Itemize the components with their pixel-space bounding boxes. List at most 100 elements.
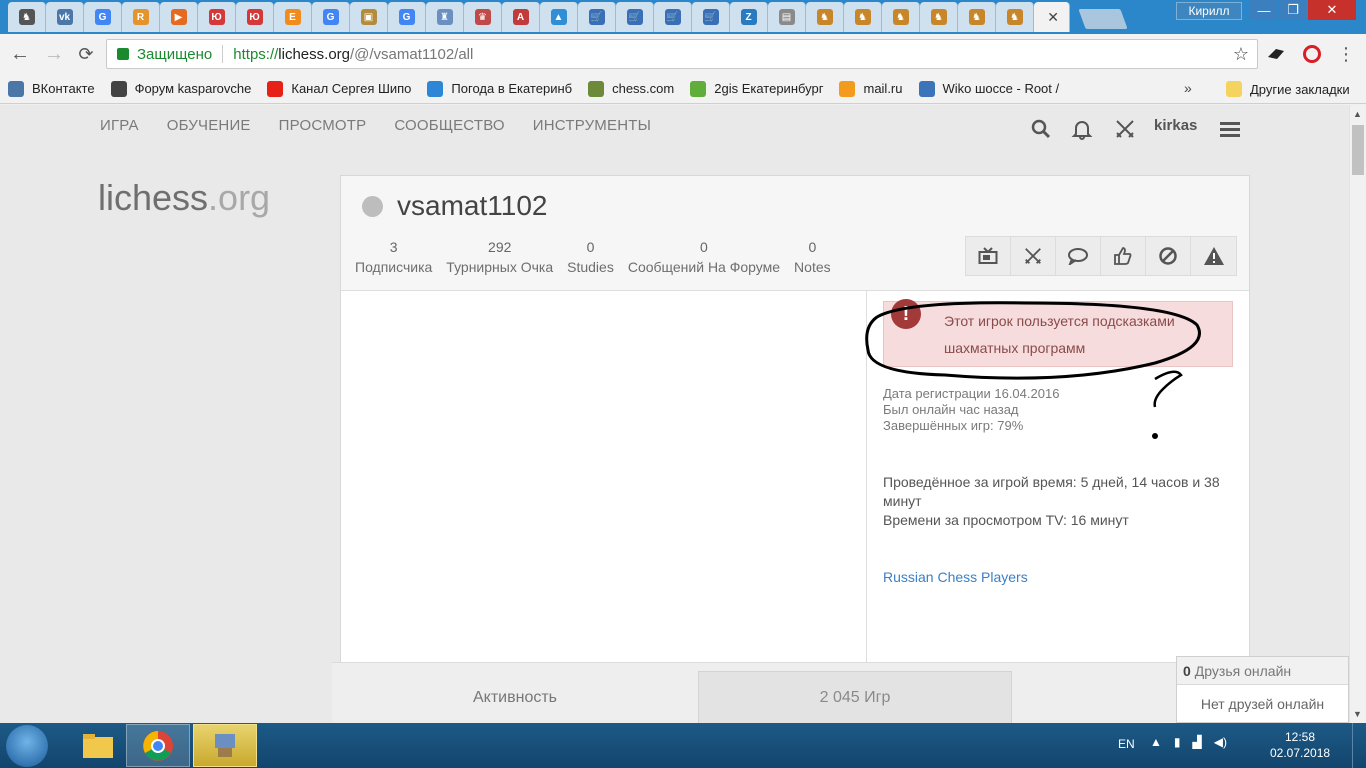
- browser-tab[interactable]: ♞: [920, 2, 958, 32]
- notifications-bell-icon[interactable]: [1068, 115, 1096, 143]
- profile-user-button[interactable]: Кирилл: [1176, 2, 1242, 20]
- close-window-button[interactable]: ✕: [1308, 0, 1356, 20]
- extension-icon[interactable]: [1266, 43, 1286, 65]
- opera-icon[interactable]: [1302, 43, 1322, 65]
- friends-header[interactable]: 0 Друзья онлайн: [1177, 657, 1348, 685]
- team-link[interactable]: Russian Chess Players: [883, 569, 1028, 585]
- challenge-button[interactable]: [1011, 237, 1056, 275]
- new-tab-button[interactable]: [1078, 9, 1128, 29]
- back-button[interactable]: ←: [8, 42, 32, 66]
- browser-tab[interactable]: ♛: [464, 2, 502, 32]
- browser-tab[interactable]: ♞: [958, 2, 996, 32]
- browser-tab[interactable]: ♜: [426, 2, 464, 32]
- profile-stat[interactable]: 0 Studies: [567, 238, 614, 278]
- hamburger-menu-icon[interactable]: [1216, 115, 1244, 143]
- profile-actions: [965, 236, 1237, 276]
- forward-button[interactable]: →: [42, 42, 66, 66]
- system-clock[interactable]: 12:58 02.07.2018: [1270, 729, 1330, 761]
- other-bookmarks-folder[interactable]: Другие закладки: [1218, 74, 1358, 104]
- browser-tab[interactable]: G: [84, 2, 122, 32]
- installer-task[interactable]: [193, 724, 257, 767]
- bookmark-item[interactable]: mail.ru: [831, 74, 910, 104]
- scroll-down-arrow-icon[interactable]: ▼: [1353, 709, 1362, 719]
- start-button[interactable]: [6, 725, 48, 767]
- follow-thumbs-up-button[interactable]: [1101, 237, 1146, 275]
- browser-tab[interactable]: ♞: [806, 2, 844, 32]
- browser-tab[interactable]: ▶: [160, 2, 198, 32]
- browser-tab[interactable]: ♞: [844, 2, 882, 32]
- scroll-up-arrow-icon[interactable]: ▲: [1353, 109, 1362, 119]
- message-button[interactable]: [1056, 237, 1101, 275]
- browser-tab[interactable]: 🛒: [616, 2, 654, 32]
- tray-expand-icon[interactable]: ▲: [1150, 735, 1162, 749]
- logo-tld: .org: [208, 177, 271, 218]
- profile-stat[interactable]: 0 Сообщений На Форуме: [628, 238, 780, 278]
- bookmark-star-icon[interactable]: ☆: [1233, 44, 1249, 65]
- bookmark-item[interactable]: 2gis Екатеринбург: [682, 74, 831, 104]
- profile-stat[interactable]: 3 Подписчика: [355, 238, 432, 278]
- browser-tab[interactable]: R: [122, 2, 160, 32]
- site-nav-item[interactable]: ОБУЧЕНИЕ: [167, 117, 251, 134]
- network-signal-icon[interactable]: ▟: [1193, 735, 1202, 749]
- site-logo[interactable]: lichess.org: [98, 177, 270, 219]
- browser-tab[interactable]: 🛒: [578, 2, 616, 32]
- chrome-task[interactable]: [126, 724, 190, 767]
- browser-tab[interactable]: Z: [730, 2, 768, 32]
- browser-tab[interactable]: Ю: [236, 2, 274, 32]
- browser-tab[interactable]: G: [312, 2, 350, 32]
- tab-games[interactable]: 2 045 Игр: [698, 671, 1012, 723]
- browser-tab[interactable]: ♞: [996, 2, 1034, 32]
- maximize-button[interactable]: ❐: [1279, 0, 1307, 20]
- watch-tv-button[interactable]: [966, 237, 1011, 275]
- site-nav-item[interactable]: СООБЩЕСТВО: [394, 117, 504, 134]
- browser-tab[interactable]: 🛒: [692, 2, 730, 32]
- cart-icon: 🛒: [588, 9, 605, 25]
- site-nav-item[interactable]: ИНСТРУМЕНТЫ: [533, 117, 651, 134]
- bookmark-item[interactable]: Погода в Екатеринб: [419, 74, 580, 104]
- browser-tab[interactable]: ♞: [8, 2, 46, 32]
- battery-icon[interactable]: ▮: [1174, 735, 1181, 749]
- site-nav-item[interactable]: ИГРА: [100, 117, 139, 134]
- browser-tab[interactable]: G: [388, 2, 426, 32]
- profile-stat[interactable]: 0 Notes: [794, 238, 831, 278]
- reload-button[interactable]: ⟳: [74, 42, 98, 66]
- browser-tab[interactable]: vk: [46, 2, 84, 32]
- minimize-button[interactable]: —: [1250, 0, 1278, 20]
- report-warning-button[interactable]: [1191, 237, 1236, 275]
- browser-tab[interactable]: ▣: [350, 2, 388, 32]
- browser-tab[interactable]: Ю: [198, 2, 236, 32]
- browser-tab[interactable]: ♞: [882, 2, 920, 32]
- challenge-swords-icon[interactable]: [1111, 115, 1139, 143]
- friends-box[interactable]: 0 Друзья онлайн Нет друзей онлайн: [1176, 656, 1349, 723]
- browser-tab[interactable]: 🛒: [654, 2, 692, 32]
- language-indicator[interactable]: EN: [1118, 737, 1135, 751]
- bookmark-item[interactable]: Форум kasparovche: [103, 74, 260, 104]
- tab-activity[interactable]: Активность: [332, 671, 698, 723]
- bookmarks-more-button[interactable]: »: [1184, 80, 1192, 96]
- bookmark-item[interactable]: Канал Сергея Шипо: [259, 74, 419, 104]
- active-tab[interactable]: ✕: [1034, 2, 1070, 32]
- bookmark-item[interactable]: Wiko шоссе - Root /: [911, 74, 1068, 104]
- profile-stat[interactable]: 292 Турнирных Очка: [446, 238, 553, 278]
- close-tab-icon[interactable]: ✕: [1047, 9, 1059, 26]
- user-menu-button[interactable]: kirkas: [1154, 117, 1197, 134]
- menu-kebab-icon[interactable]: ⋮: [1336, 43, 1356, 65]
- explorer-task[interactable]: [66, 724, 130, 767]
- other-bookmarks-label: Другие закладки: [1250, 81, 1350, 97]
- volume-icon[interactable]: ◀): [1214, 735, 1227, 749]
- video-icon: ▶: [170, 9, 187, 25]
- bookmark-item[interactable]: ВКонтакте: [0, 74, 103, 104]
- browser-tab[interactable]: E: [274, 2, 312, 32]
- site-nav-item[interactable]: ПРОСМОТР: [279, 117, 367, 134]
- search-icon[interactable]: [1027, 115, 1055, 143]
- block-button[interactable]: [1146, 237, 1191, 275]
- address-bar[interactable]: Защищено https://lichess.org/@/vsamat110…: [106, 39, 1258, 69]
- scroll-thumb[interactable]: [1352, 125, 1364, 175]
- browser-tab[interactable]: ▲: [540, 2, 578, 32]
- offline-status-dot: [362, 196, 383, 217]
- bookmark-item[interactable]: chess.com: [580, 74, 682, 104]
- browser-tab[interactable]: ▤: [768, 2, 806, 32]
- page-scrollbar[interactable]: ▲ ▼: [1349, 105, 1366, 723]
- browser-tab[interactable]: A: [502, 2, 540, 32]
- show-desktop-button[interactable]: [1352, 723, 1366, 768]
